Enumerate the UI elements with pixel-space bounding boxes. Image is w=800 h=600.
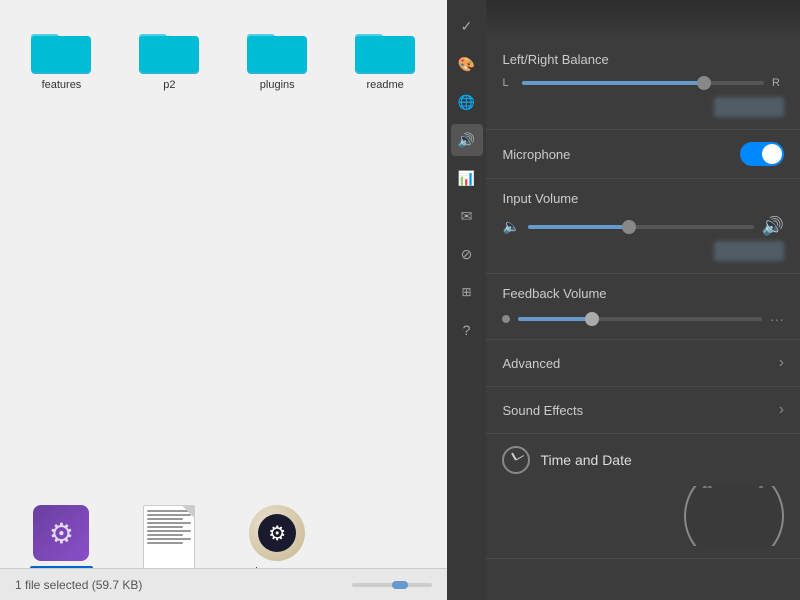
xpm-icon xyxy=(249,505,305,561)
folder-icon xyxy=(31,24,91,74)
sidebar-icon-grid[interactable]: ⊞ xyxy=(451,276,483,308)
volume-low-icon: 🔈 xyxy=(502,218,519,235)
volume-slider-row: 🔈 🔊 xyxy=(502,216,784,237)
settings-content: Left/Right Balance L R Microphone Input … xyxy=(486,40,800,600)
ini-line xyxy=(147,530,191,532)
balance-section: Left/Right Balance L R xyxy=(486,40,800,130)
balance-slider-thumb[interactable] xyxy=(697,76,711,90)
balance-right-label: R xyxy=(772,77,784,89)
ini-line xyxy=(147,522,191,524)
scroll-thumb[interactable] xyxy=(392,581,408,589)
microphone-row: Microphone xyxy=(486,130,800,179)
clock-face: 11 12 1 xyxy=(684,486,784,546)
folder-plugins[interactable]: plugins xyxy=(231,20,324,95)
scrollbar[interactable] xyxy=(352,583,432,587)
clock-num-11: 11 xyxy=(702,486,712,491)
feedback-section: Feedback Volume ··· xyxy=(486,274,800,340)
folder-icon xyxy=(247,24,307,74)
time-date-header: Time and Date xyxy=(502,446,784,474)
feedback-slider-thumb[interactable] xyxy=(585,312,599,326)
folder-readme-label: readme xyxy=(366,79,403,91)
sidebar-icon-question[interactable]: ? xyxy=(451,314,483,346)
folder-p2-label: p2 xyxy=(163,79,175,91)
balance-slider-track[interactable] xyxy=(522,81,764,85)
sidebar-icon-palette[interactable]: 🎨 xyxy=(451,48,483,80)
ini-line xyxy=(147,514,191,516)
ini-line xyxy=(147,542,182,544)
volume-slider-track[interactable] xyxy=(528,225,754,229)
feedback-dot-icon xyxy=(502,315,510,323)
folder-icon xyxy=(139,24,199,74)
file-manager: features p2 plugins xyxy=(0,0,447,600)
sidebar-icon-globe[interactable]: 🌐 xyxy=(451,86,483,118)
clock-icon xyxy=(502,446,530,474)
scroll-track[interactable] xyxy=(352,583,432,587)
folder-icon xyxy=(355,24,415,74)
balance-label: Left/Right Balance xyxy=(502,52,784,67)
feedback-slider-track[interactable] xyxy=(518,317,762,321)
ini-line xyxy=(147,534,182,536)
sidebar-icon-block[interactable]: ⊘ xyxy=(451,238,483,270)
folder-grid: features p2 plugins xyxy=(0,0,447,501)
balance-left-label: L xyxy=(502,77,514,89)
clock-minute-hand xyxy=(516,455,524,460)
balance-slider-fill xyxy=(522,81,703,85)
ini-line xyxy=(147,518,182,520)
advanced-row[interactable]: Advanced › xyxy=(486,340,800,387)
advanced-label: Advanced xyxy=(502,356,560,371)
sidebar-icon-audio[interactable]: 🔊 xyxy=(451,124,483,156)
ini-line xyxy=(147,510,191,512)
feedback-row: ··· xyxy=(502,311,784,327)
folder-features-label: features xyxy=(42,79,82,91)
folder-features[interactable]: features xyxy=(15,20,108,95)
sidebar-icon-checkmark[interactable]: ✓ xyxy=(451,10,483,42)
eclipse-inst-icon xyxy=(33,505,89,561)
feedback-slider-fill xyxy=(518,317,591,321)
sound-effects-label: Sound Effects xyxy=(502,403,583,418)
ini-file-icon xyxy=(143,505,195,569)
feedback-label: Feedback Volume xyxy=(502,286,784,301)
microphone-toggle[interactable] xyxy=(740,142,784,166)
volume-slider-thumb[interactable] xyxy=(622,220,636,234)
folder-plugins-label: plugins xyxy=(260,79,295,91)
clock-num-1: 1 xyxy=(758,486,764,491)
folder-readme[interactable]: readme xyxy=(339,20,432,95)
analog-clock-partial: 11 12 1 xyxy=(502,486,784,546)
balance-value-blurred xyxy=(714,97,784,117)
time-date-label: Time and Date xyxy=(540,452,631,468)
folder-p2[interactable]: p2 xyxy=(123,20,216,95)
advanced-chevron-icon: › xyxy=(779,354,784,372)
status-text: 1 file selected (59.7 KB) xyxy=(15,578,142,592)
status-bar: 1 file selected (59.7 KB) xyxy=(0,568,447,600)
sidebar-icon-envelope[interactable]: ✉ xyxy=(451,200,483,232)
volume-slider-fill xyxy=(528,225,630,229)
input-volume-section: Input Volume 🔈 🔊 xyxy=(486,179,800,274)
ini-line xyxy=(147,538,191,540)
ini-line xyxy=(147,526,182,528)
sidebar: ✓ 🎨 🌐 🔊 📊 ✉ ⊘ ⊞ ? xyxy=(447,0,487,600)
sound-effects-chevron-icon: › xyxy=(779,401,784,419)
time-date-section: Time and Date 11 12 1 xyxy=(486,434,800,559)
settings-panel: Left/Right Balance L R Microphone Input … xyxy=(486,0,800,600)
xpm-inner xyxy=(258,514,296,552)
volume-value-blurred xyxy=(714,241,784,261)
balance-slider-row: L R xyxy=(502,77,784,89)
input-volume-label: Input Volume xyxy=(502,191,784,206)
microphone-label: Microphone xyxy=(502,147,570,162)
more-options-icon[interactable]: ··· xyxy=(770,311,784,327)
sound-effects-row[interactable]: Sound Effects › xyxy=(486,387,800,434)
volume-high-icon: 🔊 xyxy=(762,216,784,237)
settings-top-bar xyxy=(486,0,800,40)
sidebar-icon-chart[interactable]: 📊 xyxy=(451,162,483,194)
